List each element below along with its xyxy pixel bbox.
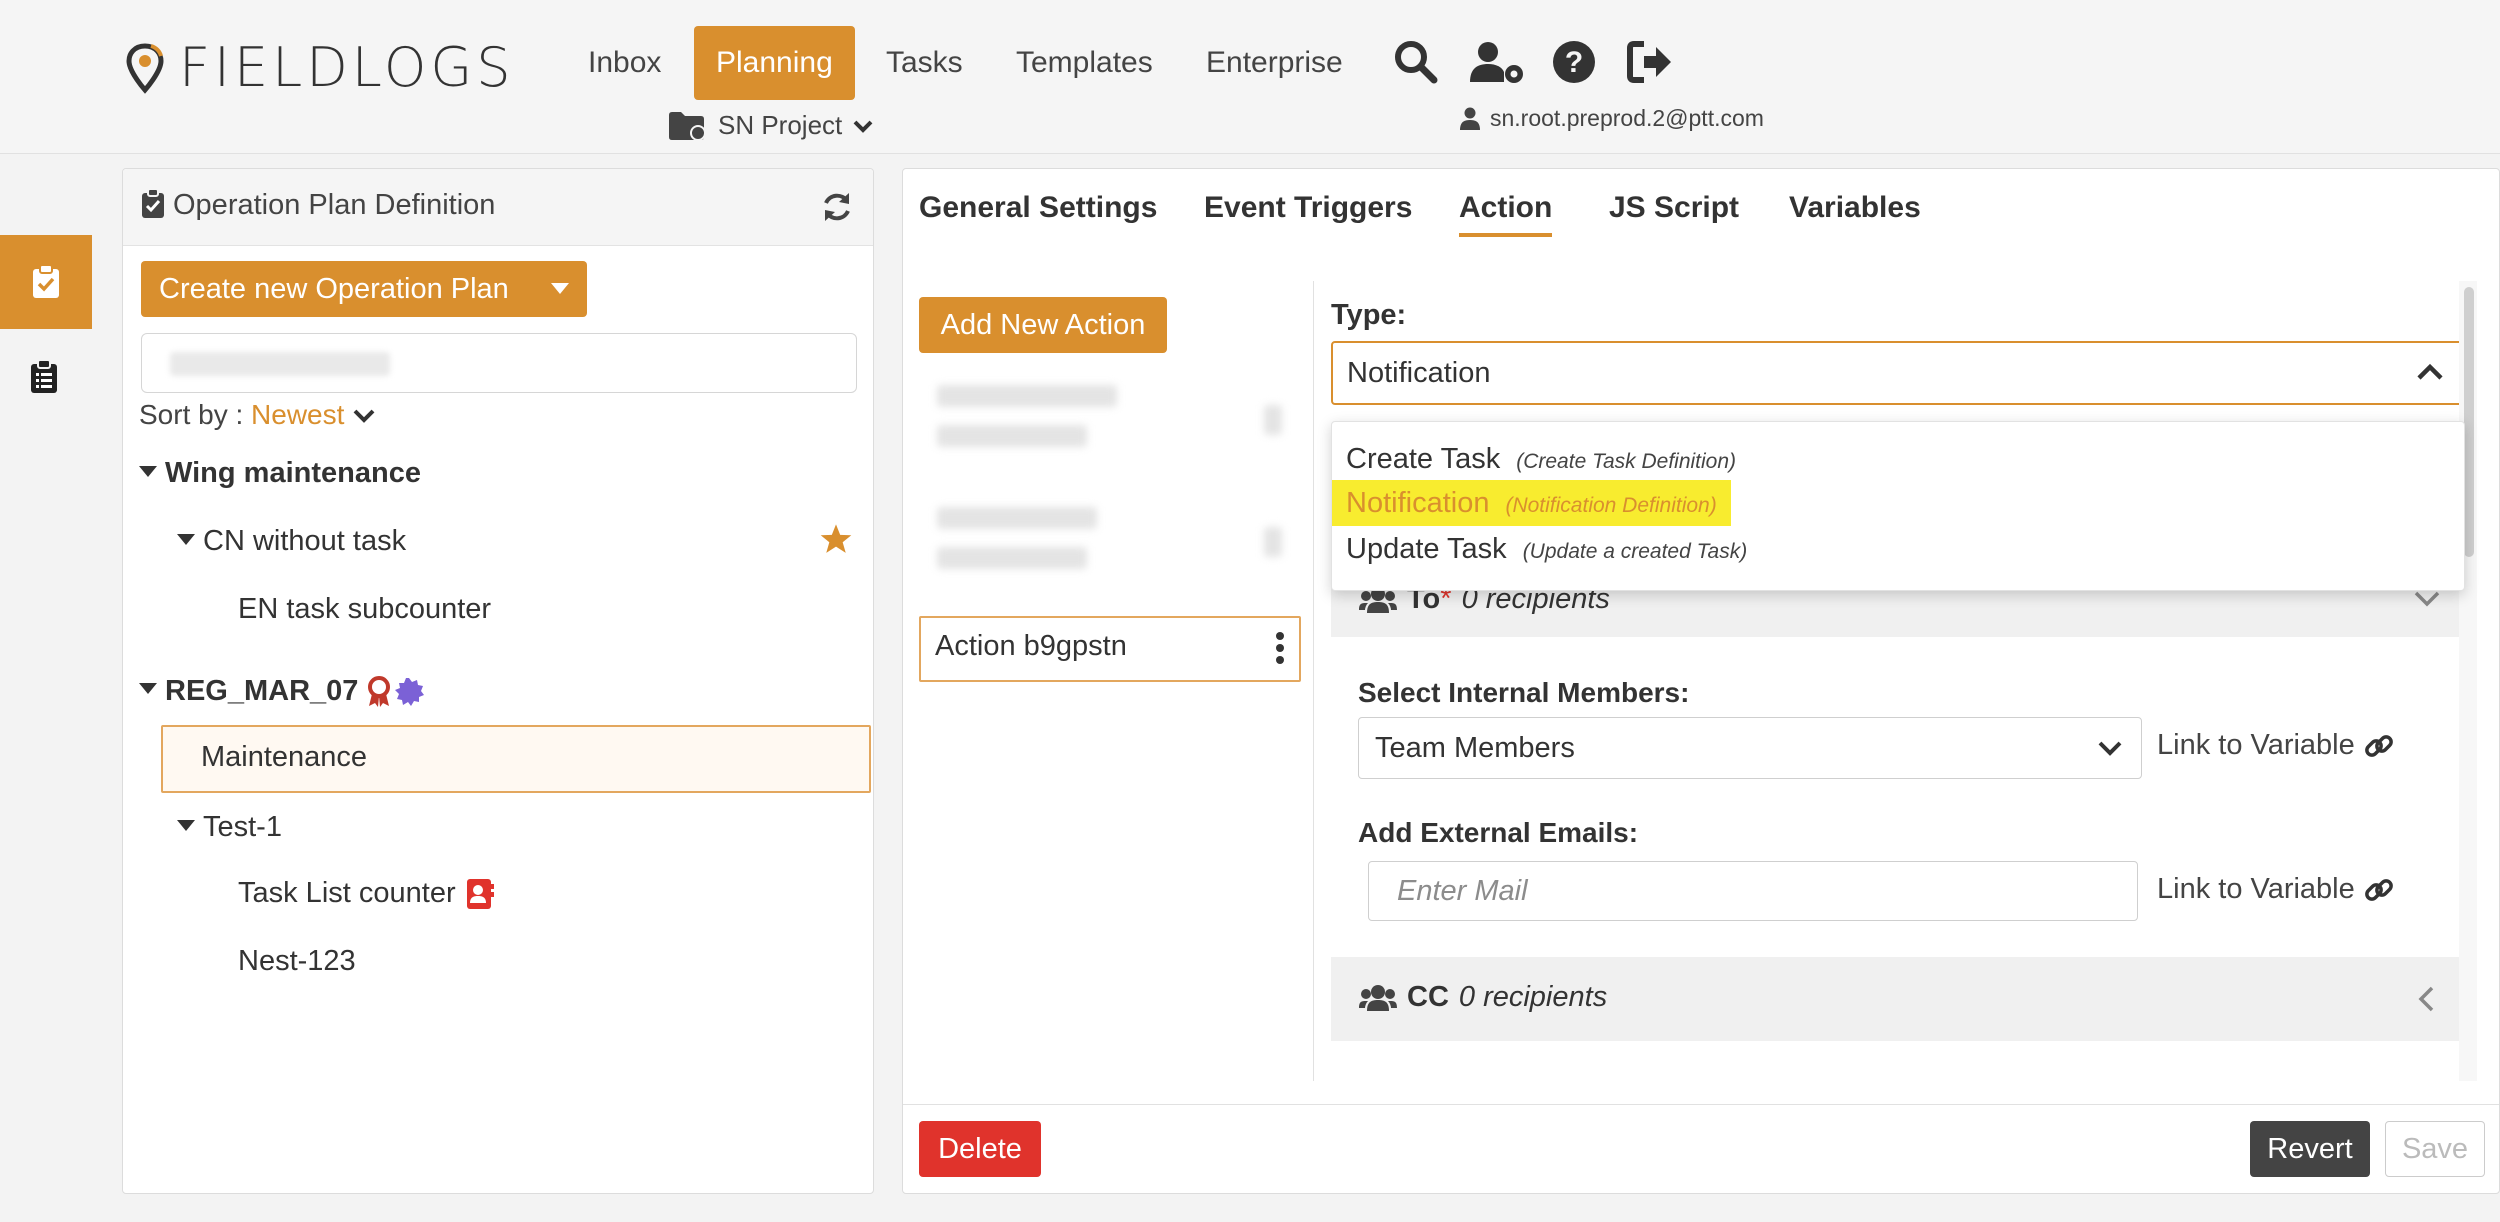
caret-down-icon[interactable] [139, 683, 157, 694]
action-name: Action b9gpstn [935, 630, 1127, 662]
tree-item-label: Maintenance [201, 741, 368, 773]
tree-item-wing-maintenance[interactable]: Wing maintenance [139, 457, 421, 490]
type-select-value: Notification [1347, 357, 1491, 389]
folder-settings-icon [669, 111, 706, 141]
create-button-label: Create new Operation Plan [159, 273, 509, 305]
revert-button[interactable]: Revert [2250, 1121, 2370, 1177]
location-pin-icon [126, 42, 164, 94]
tree-item-en-task-subcounter[interactable]: EN task subcounter [238, 593, 491, 626]
plan-editor-panel: General Settings Event Triggers Action J… [902, 168, 2500, 1194]
type-option-update-task[interactable]: Update Task (Update a created Task) [1332, 526, 1761, 572]
top-header: FIELDLOGS Inbox Planning Tasks Templates… [0, 0, 2500, 154]
column-divider [1313, 281, 1314, 1081]
tree-item-nest-123[interactable]: Nest-123 [238, 945, 356, 978]
user-email: sn.root.preprod.2@ptt.com [1490, 105, 1764, 131]
users-icon [1359, 984, 1397, 1011]
sort-control[interactable]: Sort by : Newest [139, 399, 376, 431]
star-icon[interactable] [819, 523, 853, 555]
tree-item-test-1[interactable]: Test-1 [177, 811, 282, 844]
scrollbar-thumb[interactable] [2464, 287, 2474, 557]
panel-header: Operation Plan Definition [123, 169, 873, 246]
delete-button[interactable]: Delete [919, 1121, 1041, 1177]
link-to-variable-emails[interactable]: Link to Variable [2157, 873, 2395, 906]
search-icon[interactable] [1392, 38, 1440, 86]
action-list-item-blurred[interactable] [919, 491, 1297, 591]
award-ribbon-icon [368, 675, 391, 707]
chevron-down-icon [353, 409, 375, 423]
link-icon [2364, 878, 2393, 901]
tree-item-reg-mar-07[interactable]: REG_MAR_07 [139, 675, 425, 708]
chevron-down-icon [2414, 591, 2440, 607]
clipboard-check-icon [142, 189, 164, 218]
link-to-variable-members[interactable]: Link to Variable [2157, 729, 2395, 762]
caret-down-icon[interactable] [177, 533, 195, 545]
sort-label: Sort by : [139, 399, 244, 430]
nav-planning[interactable]: Planning [694, 26, 855, 100]
chevron-up-icon [2417, 363, 2443, 380]
type-dropdown-menu: Create Task (Create Task Definition) Noti… [1331, 421, 2465, 591]
badge-certificate-icon [395, 677, 425, 706]
project-name: SN Project [718, 110, 843, 140]
add-new-action-button[interactable]: Add New Action [919, 297, 1167, 353]
chevron-down-icon [2098, 741, 2122, 756]
clipboard-check-icon [33, 265, 59, 298]
tree-item-maintenance-selected[interactable]: Maintenance [161, 725, 871, 793]
internal-members-label: Select Internal Members: [1358, 677, 1690, 708]
rail-item-operation-plans[interactable] [0, 235, 92, 329]
contact-book-icon [466, 878, 494, 909]
tree-item-cn-without-task[interactable]: CN without task [177, 525, 406, 558]
external-emails-label: Add External Emails: [1358, 817, 1639, 848]
nav-templates[interactable]: Templates [994, 26, 1175, 100]
tab-action[interactable]: Action [1459, 191, 1553, 237]
operation-plan-panel: Operation Plan Definition Create new Ope… [122, 168, 874, 1194]
logo-text: FIELDLOGS [179, 36, 515, 99]
cc-recipients-section[interactable]: CC 0 recipients [1331, 957, 2461, 1041]
link-icon [2364, 734, 2393, 757]
footer-divider [903, 1104, 2499, 1105]
caret-down-icon[interactable] [551, 283, 569, 294]
logout-icon[interactable] [1626, 38, 1674, 86]
chevron-down-icon [853, 120, 873, 133]
sort-value: Newest [251, 399, 345, 430]
user-settings-icon[interactable] [1470, 38, 1526, 86]
user-icon [1460, 107, 1480, 130]
more-vertical-icon[interactable] [1275, 632, 1285, 664]
internal-members-value: Team Members [1375, 732, 1575, 764]
internal-members-select[interactable]: Team Members [1358, 717, 2142, 779]
save-button[interactable]: Save [2385, 1121, 2485, 1177]
tab-js-script[interactable]: JS Script [1609, 191, 1739, 225]
blurred-search-text [170, 352, 390, 376]
action-list-item-blurred[interactable] [919, 369, 1297, 469]
create-operation-plan-button[interactable]: Create new Operation Plan [141, 261, 587, 317]
nav-enterprise[interactable]: Enterprise [1184, 26, 1365, 100]
app-logo[interactable]: FIELDLOGS [125, 36, 515, 99]
tab-general-settings[interactable]: General Settings [919, 191, 1157, 225]
chevron-left-icon [2418, 986, 2434, 1012]
type-label: Type: [1331, 299, 1407, 331]
user-info: sn.root.preprod.2@ptt.com [1460, 105, 1764, 132]
caret-down-icon[interactable] [177, 819, 195, 831]
type-option-create-task[interactable]: Create Task (Create Task Definition) [1332, 436, 1750, 482]
nav-inbox[interactable]: Inbox [566, 26, 683, 100]
action-type-select[interactable]: Notification [1331, 341, 2465, 405]
help-icon[interactable]: ? [1550, 38, 1598, 86]
tree-item-task-list-counter[interactable]: Task List counter [238, 877, 494, 910]
refresh-icon[interactable] [821, 191, 853, 223]
tab-event-triggers[interactable]: Event Triggers [1204, 191, 1412, 225]
tab-variables[interactable]: Variables [1789, 191, 1921, 225]
panel-title: Operation Plan Definition [173, 189, 496, 221]
external-email-input[interactable] [1368, 861, 2138, 921]
project-selector[interactable]: SN Project [668, 110, 874, 141]
svg-text:?: ? [1565, 46, 1583, 79]
action-list-item-selected[interactable]: Action b9gpstn [919, 616, 1301, 682]
type-option-notification[interactable]: Notification (Notification Definition) [1332, 480, 1731, 526]
caret-down-icon[interactable] [139, 465, 157, 477]
nav-tasks[interactable]: Tasks [864, 26, 985, 100]
plan-search-input[interactable] [141, 333, 857, 393]
clipboard-list-icon[interactable] [30, 360, 58, 394]
